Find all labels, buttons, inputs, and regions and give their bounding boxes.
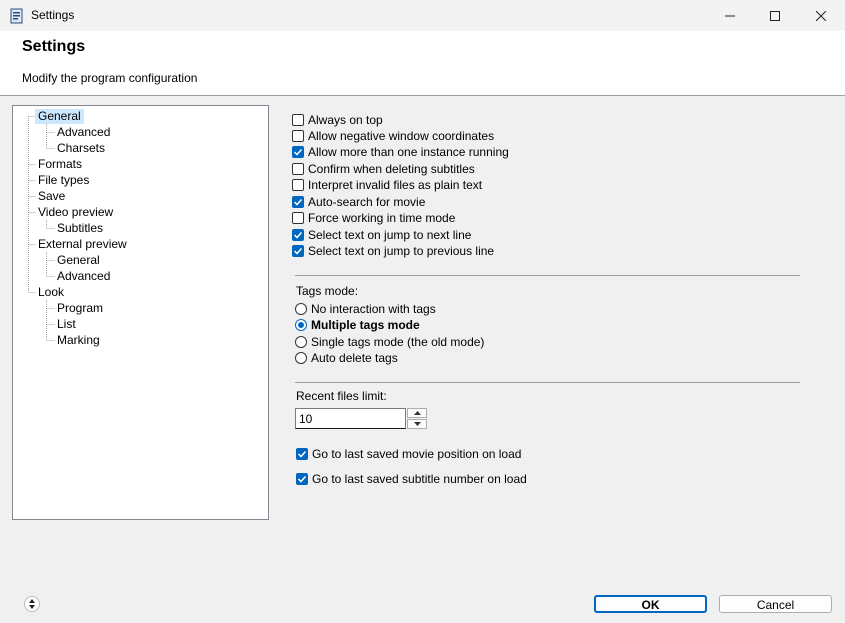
option-label: Allow more than one instance running	[308, 145, 509, 159]
option-confirm-delete[interactable]: Confirm when deleting subtitles	[292, 162, 475, 176]
option-label: Select text on jump to next line	[308, 228, 472, 242]
tree-item-charsets[interactable]: Charsets	[57, 141, 105, 156]
option-label: Auto delete tags	[311, 351, 398, 365]
checkbox-checked[interactable]	[292, 196, 304, 208]
option-select-prev-line[interactable]: Select text on jump to previous line	[292, 244, 494, 258]
minimize-button[interactable]	[707, 0, 753, 31]
radio-single-tags[interactable]: Single tags mode (the old mode)	[295, 335, 484, 349]
option-label: Allow negative window coordinates	[308, 129, 495, 143]
checkmark-icon	[293, 148, 303, 156]
ok-button[interactable]: OK	[594, 595, 707, 613]
radio-no-interaction[interactable]: No interaction with tags	[295, 302, 436, 316]
chevron-up-icon	[413, 411, 421, 415]
tree-item-advanced[interactable]: Advanced	[57, 125, 110, 140]
chevron-down-icon	[413, 422, 421, 426]
tree-item-file-types[interactable]: File types	[38, 173, 89, 188]
checkbox-checked[interactable]	[292, 229, 304, 241]
tree-item-list[interactable]: List	[57, 317, 76, 332]
cancel-button[interactable]: Cancel	[719, 595, 832, 613]
tree-item-formats[interactable]: Formats	[38, 157, 82, 172]
checkbox[interactable]	[292, 179, 304, 191]
radio-button[interactable]	[295, 303, 307, 315]
option-auto-search-movie[interactable]: Auto-search for movie	[292, 195, 425, 209]
option-allow-multiple-instances[interactable]: Allow more than one instance running	[292, 145, 509, 159]
option-label: Force working in time mode	[308, 211, 456, 225]
spin-up-button[interactable]	[407, 408, 427, 418]
divider	[295, 275, 800, 276]
option-label: Go to last saved movie position on load	[312, 447, 522, 461]
tree-item-external-preview[interactable]: External preview	[38, 237, 127, 252]
document-app-icon	[10, 8, 23, 24]
tree-item-external-general[interactable]: General	[57, 253, 100, 268]
radio-button[interactable]	[295, 336, 307, 348]
close-button[interactable]	[798, 0, 844, 31]
radio-button[interactable]	[295, 352, 307, 364]
option-label: Go to last saved subtitle number on load	[312, 472, 527, 486]
tree-item-look[interactable]: Look	[38, 285, 64, 300]
option-invalid-as-text[interactable]: Interpret invalid files as plain text	[292, 178, 482, 192]
maximize-button[interactable]	[752, 0, 798, 31]
option-label: Interpret invalid files as plain text	[308, 178, 483, 192]
up-down-arrows-icon	[24, 596, 40, 612]
option-label: Always on top	[308, 113, 383, 127]
spin-down-button[interactable]	[407, 419, 427, 429]
checkbox[interactable]	[292, 212, 304, 224]
minimize-icon	[725, 15, 735, 16]
option-label: No interaction with tags	[311, 302, 436, 316]
up-down-toggle-button[interactable]	[24, 595, 40, 613]
radio-multiple-tags[interactable]: Multiple tags mode	[295, 318, 420, 332]
option-always-on-top[interactable]: Always on top	[292, 113, 383, 127]
recent-files-input[interactable]	[295, 408, 406, 429]
page-title: Settings	[22, 38, 86, 55]
close-icon	[816, 10, 826, 21]
checkmark-icon	[293, 247, 303, 255]
option-allow-negative-coords[interactable]: Allow negative window coordinates	[292, 129, 494, 143]
window-title: Settings	[31, 8, 75, 22]
page-subtitle: Modify the program configuration	[22, 71, 198, 85]
tree-item-subtitles[interactable]: Subtitles	[57, 221, 103, 236]
title-bar: Settings	[0, 0, 845, 31]
tree-item-external-advanced[interactable]: Advanced	[57, 269, 110, 284]
maximize-icon	[770, 10, 780, 21]
tree-item-video-preview[interactable]: Video preview	[38, 205, 113, 220]
option-label: Multiple tags mode	[311, 318, 420, 332]
checkbox-checked[interactable]	[296, 448, 308, 460]
option-label: Single tags mode (the old mode)	[311, 335, 485, 349]
option-label: Auto-search for movie	[308, 195, 426, 209]
checkbox-checked[interactable]	[292, 146, 304, 158]
divider	[295, 382, 800, 383]
checkbox-checked[interactable]	[292, 245, 304, 257]
checkmark-icon	[297, 475, 307, 483]
radio-auto-delete[interactable]: Auto delete tags	[295, 351, 398, 365]
checkmark-icon	[293, 198, 303, 206]
checkbox[interactable]	[292, 130, 304, 142]
option-label: Confirm when deleting subtitles	[308, 162, 475, 176]
option-last-movie-position[interactable]: Go to last saved movie position on load	[296, 447, 521, 461]
recent-files-label: Recent files limit:	[296, 389, 387, 403]
tree-item-save[interactable]: Save	[38, 189, 65, 204]
radio-button-selected[interactable]	[295, 319, 307, 331]
checkmark-icon	[293, 231, 303, 239]
settings-header: Settings Modify the program configuratio…	[0, 31, 845, 96]
tree-item-marking[interactable]: Marking	[57, 333, 100, 348]
option-select-next-line[interactable]: Select text on jump to next line	[292, 228, 471, 242]
tree-item-program[interactable]: Program	[57, 301, 103, 316]
option-last-subtitle-number[interactable]: Go to last saved subtitle number on load	[296, 472, 527, 486]
checkmark-icon	[297, 450, 307, 458]
checkbox[interactable]	[292, 114, 304, 126]
checkbox-checked[interactable]	[296, 473, 308, 485]
tree-item-general[interactable]: General	[35, 109, 84, 124]
option-force-time-mode[interactable]: Force working in time mode	[292, 211, 455, 225]
checkbox[interactable]	[292, 163, 304, 175]
settings-tree[interactable]: General Advanced Charsets Formats File t…	[12, 105, 269, 520]
tags-mode-label: Tags mode:	[296, 284, 359, 298]
option-label: Select text on jump to previous line	[308, 244, 495, 258]
